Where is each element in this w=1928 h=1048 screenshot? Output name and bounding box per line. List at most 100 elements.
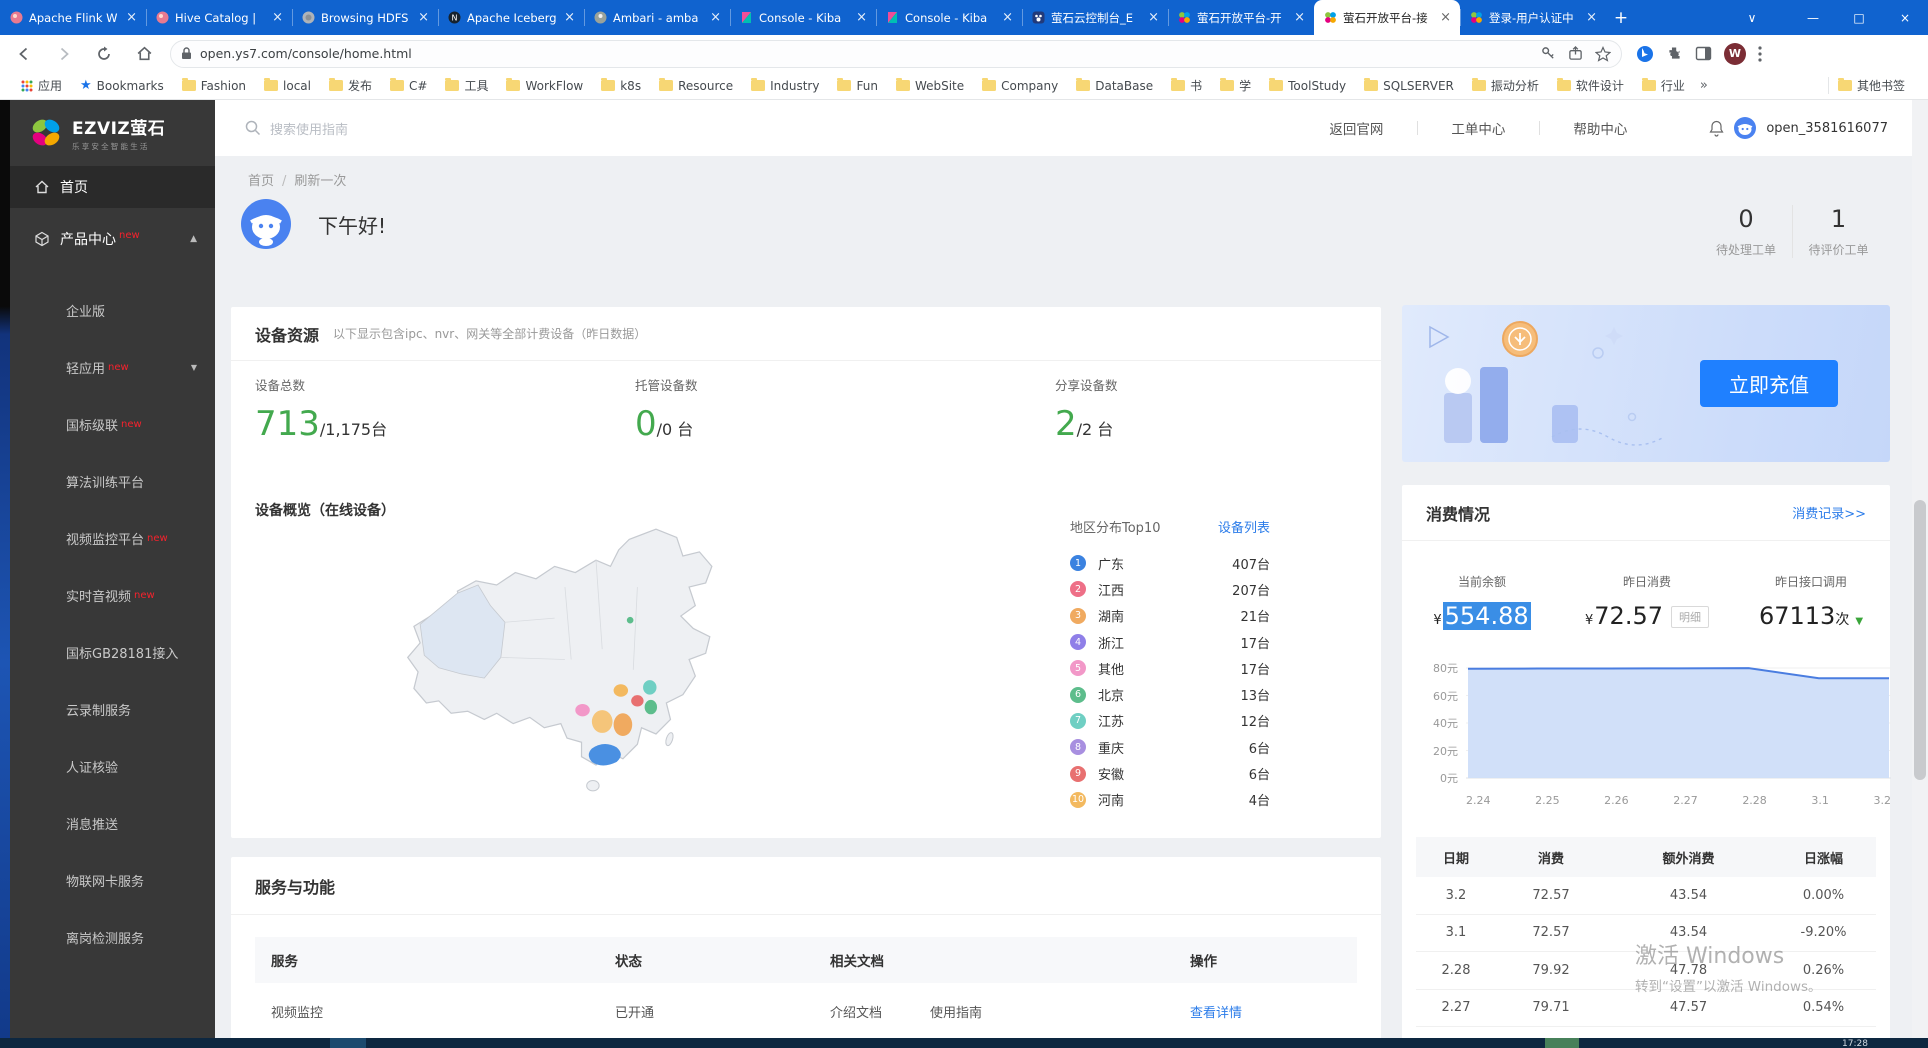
tab-close-icon[interactable]: ×: [708, 10, 723, 25]
china-map[interactable]: [381, 525, 811, 825]
sidebar-item-企业版[interactable]: 企业版: [10, 282, 215, 339]
windows-taskbar[interactable]: 17:28: [0, 1038, 1928, 1048]
bookmark-item[interactable]: 工具: [436, 77, 497, 94]
browser-tab[interactable]: Browsing HDFS×: [292, 0, 438, 35]
bookmark-item[interactable]: C#: [381, 79, 436, 93]
page-scrollbar[interactable]: [1912, 100, 1928, 1038]
bookmark-item[interactable]: Resource: [650, 79, 742, 93]
ezviz-logo[interactable]: EZVIZ萤石 乐享安全智能生活: [10, 100, 215, 166]
tab-close-icon[interactable]: ×: [1438, 10, 1453, 25]
back-button-icon[interactable]: [8, 40, 40, 68]
bookmark-item[interactable]: 软件设计: [1548, 77, 1633, 94]
tab-close-icon[interactable]: ×: [124, 10, 139, 25]
sidebar-item-实时音视频[interactable]: 实时音视频new: [10, 567, 215, 624]
bookmark-star-icon[interactable]: [1595, 46, 1611, 62]
sidebar-item-product-center[interactable]: 产品中心new ▲: [10, 210, 215, 268]
bookmark-item[interactable]: Fashion: [173, 79, 255, 93]
side-panel-icon[interactable]: [1695, 45, 1712, 62]
doc-link[interactable]: 介绍文档: [830, 1002, 882, 1021]
tab-search-button[interactable]: ∨: [1732, 0, 1772, 35]
search-input[interactable]: 搜索使用指南: [245, 119, 945, 138]
browser-tab[interactable]: Hive Catalog |×: [146, 0, 292, 35]
tab-close-icon[interactable]: ×: [270, 10, 285, 25]
workorder-stat[interactable]: 0待处理工单: [1700, 205, 1792, 258]
bookmarks-overflow-icon[interactable]: »: [1700, 78, 1708, 93]
bookmark-item[interactable]: Industry: [742, 79, 828, 93]
bookmark-item[interactable]: DataBase: [1067, 79, 1162, 93]
browser-tab[interactable]: Console - Kiba×: [730, 0, 876, 35]
bookmark-item[interactable]: WorkFlow: [497, 79, 592, 93]
other-bookmarks[interactable]: 其他书签: [1829, 77, 1914, 94]
consumption-records-link[interactable]: 消费记录>>: [1792, 503, 1866, 522]
taskbar-app-segment-green[interactable]: [1545, 1038, 1579, 1048]
key-icon[interactable]: [1541, 46, 1556, 61]
bookmark-item[interactable]: local: [255, 79, 320, 93]
forward-button-icon[interactable]: [48, 40, 80, 68]
tab-close-icon[interactable]: ×: [1584, 10, 1599, 25]
tab-close-icon[interactable]: ×: [1292, 10, 1307, 25]
sidebar-item-轻应用[interactable]: 轻应用new▼: [10, 339, 215, 396]
bookmark-item[interactable]: Company: [973, 79, 1067, 93]
bing-extension-icon[interactable]: [1636, 45, 1654, 63]
kebab-menu-icon[interactable]: [1758, 46, 1762, 62]
bookmark-item[interactable]: 书: [1162, 77, 1211, 94]
extensions-puzzle-icon[interactable]: [1666, 45, 1683, 62]
sidebar-item-云录制服务[interactable]: 云录制服务: [10, 681, 215, 738]
sidebar-item-离岗检测服务[interactable]: 离岗检测服务: [10, 909, 215, 966]
sidebar-item-视频监控平台[interactable]: 视频监控平台new: [10, 510, 215, 567]
bookmark-item[interactable]: 行业: [1633, 77, 1694, 94]
new-tab-button[interactable]: +: [1606, 0, 1636, 35]
header-link[interactable]: 工单中心: [1417, 118, 1539, 138]
taskbar-app-segment[interactable]: [330, 1038, 366, 1048]
bookmark-item[interactable]: ToolStudy: [1260, 79, 1355, 93]
bookmark-item[interactable]: WebSite: [887, 79, 973, 93]
bookmark-item[interactable]: Fun: [828, 79, 886, 93]
maximize-button[interactable]: □: [1836, 0, 1882, 35]
workorder-stat[interactable]: 1待评价工单: [1792, 205, 1884, 258]
browser-tab[interactable]: Apache Flink W×: [0, 0, 146, 35]
tab-close-icon[interactable]: ×: [1146, 10, 1161, 25]
header-link[interactable]: 帮助中心: [1539, 118, 1661, 138]
device-list-link[interactable]: 设备列表: [1218, 517, 1270, 536]
browser-tab[interactable]: Console - Kiba×: [876, 0, 1022, 35]
sidebar-item-物联网卡服务[interactable]: 物联网卡服务: [10, 852, 215, 909]
sidebar-item-国标级联[interactable]: 国标级联new: [10, 396, 215, 453]
browser-tab[interactable]: 萤石开放平台-接×: [1314, 0, 1460, 35]
scrollbar-thumb[interactable]: [1914, 500, 1926, 780]
user-account[interactable]: open_3581616077: [1709, 116, 1888, 140]
minimize-button[interactable]: —: [1790, 0, 1836, 35]
breadcrumb-home[interactable]: 首页: [248, 174, 274, 189]
reload-button-icon[interactable]: [88, 40, 120, 68]
detail-tag-button[interactable]: 明细: [1671, 606, 1709, 628]
bell-icon[interactable]: [1709, 120, 1724, 137]
sidebar-item-国标GB28181接入[interactable]: 国标GB28181接入: [10, 624, 215, 681]
close-button[interactable]: ×: [1882, 0, 1928, 35]
browser-tab[interactable]: 萤石云控制台_E×: [1022, 0, 1168, 35]
bookmark-item[interactable]: 学: [1211, 77, 1260, 94]
bookmark-item[interactable]: SQLSERVER: [1355, 79, 1463, 93]
address-bar[interactable]: open.ys7.com/console/home.html: [170, 40, 1622, 68]
header-link[interactable]: 返回官网: [1295, 118, 1417, 138]
browser-tab[interactable]: 登录-用户认证中×: [1460, 0, 1606, 35]
tab-close-icon[interactable]: ×: [562, 10, 577, 25]
sidebar-item-消息推送[interactable]: 消息推送: [10, 795, 215, 852]
tab-close-icon[interactable]: ×: [416, 10, 431, 25]
doc-link[interactable]: 使用指南: [930, 1002, 982, 1021]
recharge-button[interactable]: 立即充值: [1700, 360, 1838, 407]
bookmark-item[interactable]: k8s: [592, 79, 650, 93]
tab-close-icon[interactable]: ×: [854, 10, 869, 25]
tab-close-icon[interactable]: ×: [1000, 10, 1015, 25]
sidebar-item-算法训练平台[interactable]: 算法训练平台: [10, 453, 215, 510]
share-icon[interactable]: [1568, 46, 1583, 61]
bookmark-item[interactable]: 发布: [320, 77, 381, 94]
browser-profile-avatar[interactable]: W: [1724, 43, 1746, 65]
sidebar-item-home[interactable]: 首页: [10, 166, 215, 208]
home-button-icon[interactable]: [128, 40, 160, 68]
browser-tab[interactable]: 萤石开放平台-开×: [1168, 0, 1314, 35]
bookmark-item[interactable]: 应用: [12, 77, 71, 94]
view-details-link[interactable]: 查看详情: [1190, 1002, 1242, 1021]
bookmark-item[interactable]: ★Bookmarks: [71, 78, 173, 93]
bookmark-item[interactable]: 振动分析: [1463, 77, 1548, 94]
browser-tab[interactable]: Ambari - amba×: [584, 0, 730, 35]
browser-tab[interactable]: NApache Iceberg×: [438, 0, 584, 35]
